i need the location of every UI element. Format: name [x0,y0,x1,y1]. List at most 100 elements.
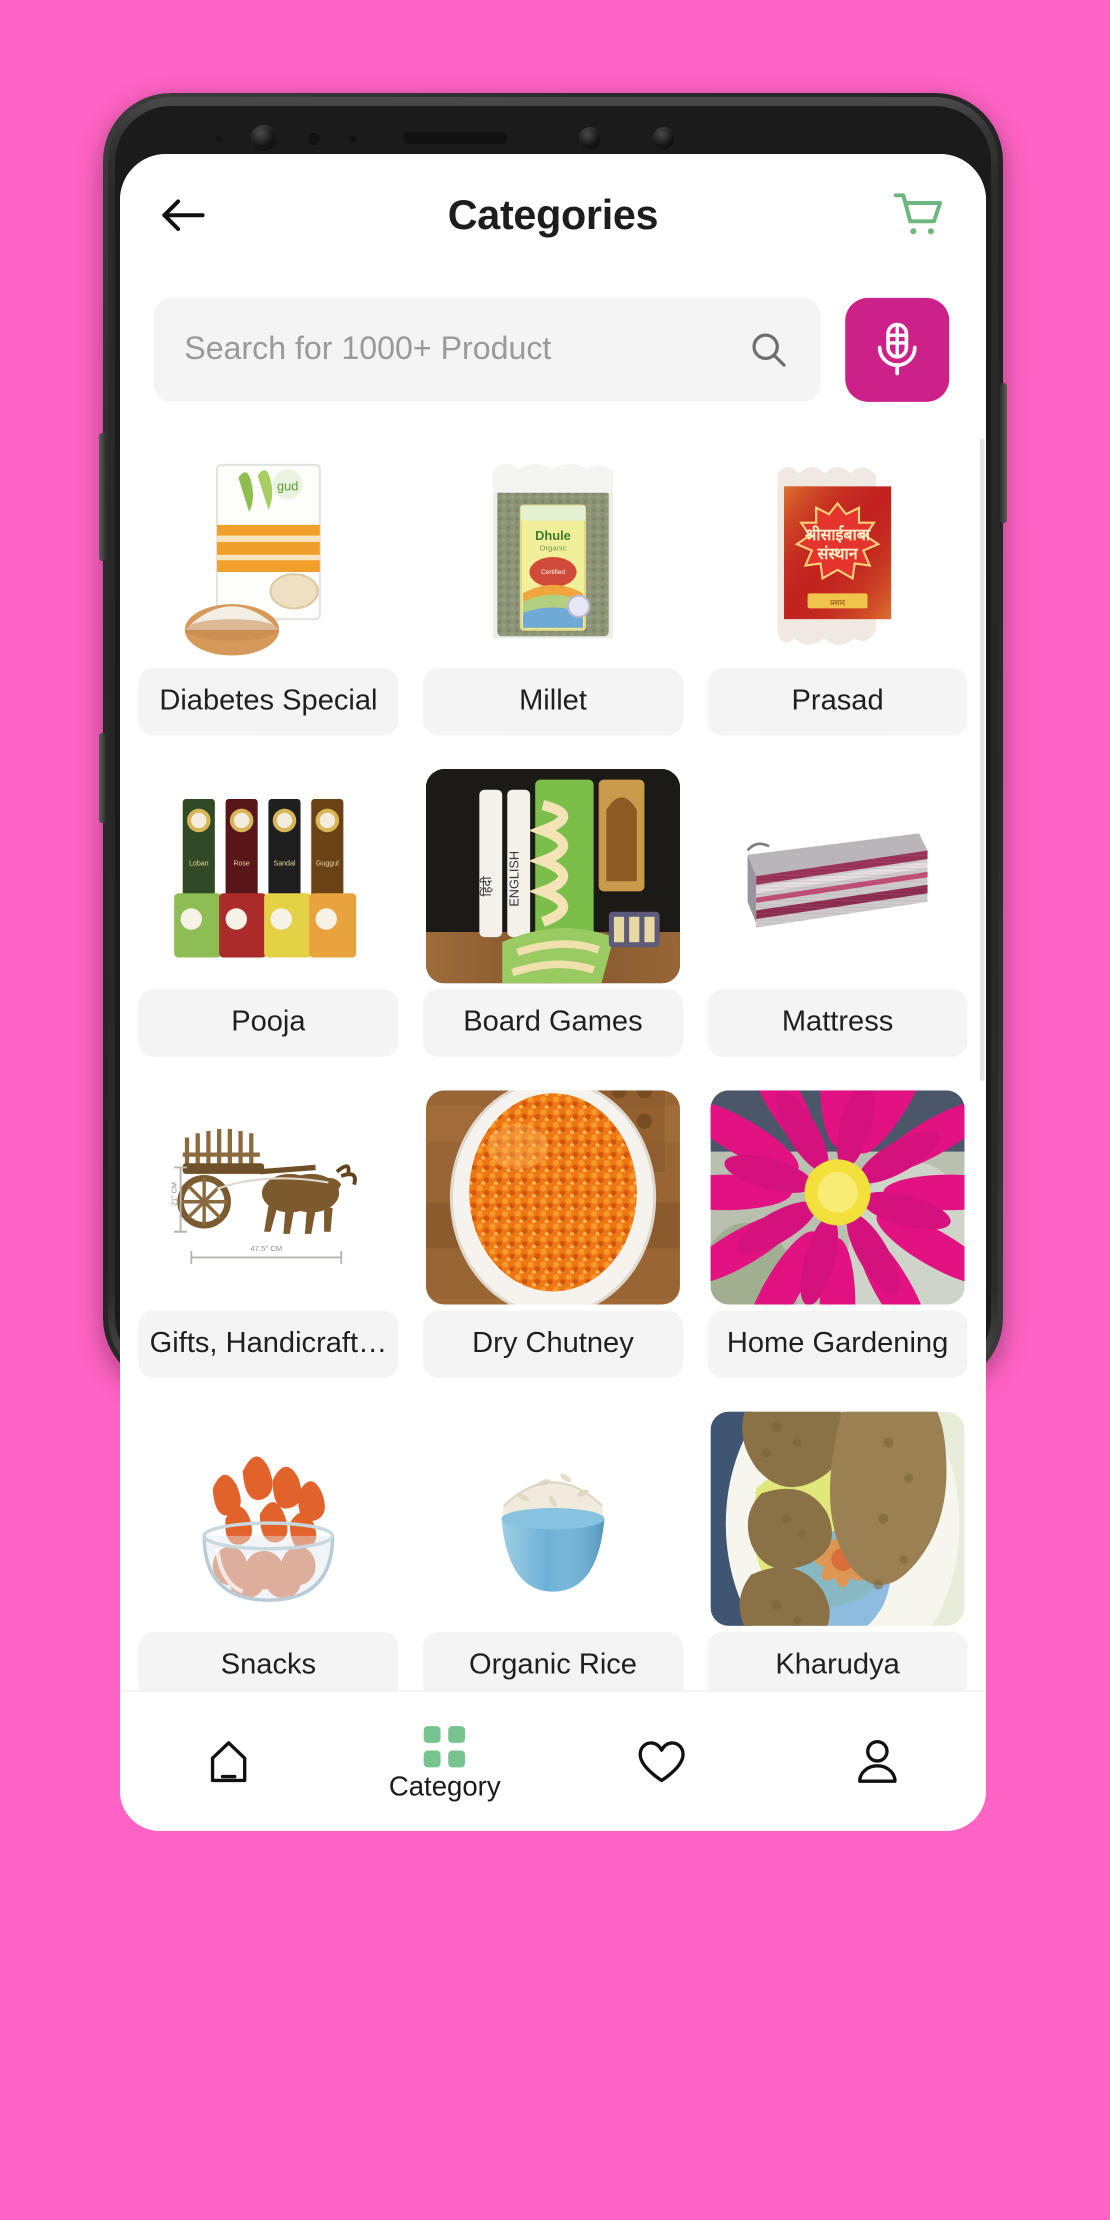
search-row [120,276,986,424]
nav-item-wishlist[interactable] [553,1692,769,1831]
volume-down-button[interactable] [99,733,106,823]
search-box[interactable] [153,297,821,402]
category-label: Diabetes Special [138,668,399,736]
category-image [426,1090,680,1305]
svg-text:47.5" CM: 47.5" CM [250,1244,282,1253]
category-image: Dhule Organic Certified [426,447,680,662]
category-label: Millet [422,668,684,736]
category-label: Kharudya [707,1631,968,1691]
phone-mockup: Categories Search for 1000+ Product gud … [99,93,1007,1831]
category-tile[interactable]: Snacks [135,1399,401,1691]
category-tile[interactable]: श्रीसाईबाबा संस्थान प्रसाद Prasad [704,436,970,751]
scrollbar[interactable] [979,438,985,1082]
shopping-cart-icon [893,193,943,235]
voice-search-button[interactable] [845,297,950,402]
category-label-text: Mattress [781,1006,894,1039]
iris-sensor-icon [579,127,601,149]
category-label-text: Board Games [463,1006,643,1039]
category-label: Board Games [422,989,684,1057]
svg-text:ENGLISH: ENGLISH [508,851,522,907]
nav-item-category[interactable]: Category [336,1692,552,1831]
category-label-text: Snacks [220,1648,317,1681]
phone-sensor-row [103,123,1003,153]
category-label-text: Pooja [231,1006,306,1039]
category-label: Dry Chutney [422,1310,684,1378]
category-label: Home Gardening [707,1310,968,1378]
svg-text:Dhule: Dhule [535,528,571,543]
svg-text:gud: gud [277,479,298,494]
category-image: हिंदी ENGLISH [426,769,680,984]
front-camera-icon [251,125,277,151]
proximity-sensor-icon [307,131,321,145]
category-label: Snacks [138,1631,399,1691]
category-label-text: Prasad [791,684,884,718]
category-label-text: Kharudya [775,1648,900,1681]
category-tile[interactable]: Mattress [704,757,970,1072]
category-image: श्रीसाईबाबा संस्थान प्रसाद [710,447,965,662]
svg-text:Certified: Certified [541,569,565,576]
cart-button[interactable] [885,182,952,249]
category-image: Loban Rose Sandal Guggul [141,769,396,984]
back-button[interactable] [154,185,215,246]
led-indicator-icon [215,134,222,142]
category-tile[interactable]: gud Diabetes Special [135,436,401,751]
category-grid: gud Diabetes Special Dhule Organic Certi… [120,436,986,1691]
nav-label-category: Category [388,1770,501,1802]
category-tile[interactable]: Loban Rose Sandal Guggul Pooja [135,757,401,1072]
category-image: gud [141,447,396,662]
category-image [710,1090,965,1305]
earpiece-speaker [403,132,507,144]
category-image: 21" CM 47.5" CM [141,1090,396,1305]
category-image [426,1411,680,1626]
category-tile[interactable]: हिंदी ENGLISH Board Games [420,757,686,1072]
category-label-text: Millet [519,684,587,718]
svg-text:Guggul: Guggul [316,860,339,867]
category-label: Mattress [707,989,968,1057]
heart-icon [638,1740,685,1782]
category-tile[interactable]: Home Gardening [704,1078,970,1393]
secondary-camera-icon [653,127,675,149]
svg-text:21" CM: 21" CM [169,1182,178,1206]
power-button[interactable] [1000,383,1007,523]
svg-text:प्रसाद: प्रसाद [830,598,845,607]
svg-text:Organic: Organic [539,544,566,553]
svg-text:हिंदी: हिंदी [479,876,494,897]
category-label-text: Organic Rice [468,1648,637,1681]
category-image [141,1411,396,1626]
category-tile[interactable]: Dhule Organic Certified Millet [420,436,686,751]
page-title: Categories [447,191,659,238]
category-tile[interactable]: Kharudya [704,1399,970,1691]
search-input[interactable] [184,331,736,369]
svg-text:Rose: Rose [233,860,250,867]
category-tile[interactable]: Organic Rice [420,1399,686,1691]
category-tile[interactable]: 21" CM 47.5" CM Gifts, Handicraft… [135,1078,401,1393]
svg-text:श्रीसाईबाबा: श्रीसाईबाबा [805,525,871,544]
category-image [710,1411,965,1626]
home-icon [210,1740,246,1782]
svg-text:संस्थान: संस्थान [817,545,859,563]
magnifier-icon [752,333,786,367]
volume-up-button[interactable] [99,433,106,561]
svg-text:Sandal: Sandal [273,860,295,867]
arrow-left-icon [162,199,205,231]
search-icon-wrap[interactable] [747,328,790,371]
bottom-navigation: Category [120,1690,986,1831]
category-label: Pooja [138,989,399,1057]
category-label-text: Dry Chutney [472,1327,634,1360]
person-icon [858,1739,898,1783]
light-sensor-icon [348,133,357,143]
category-label: Gifts, Handicraft… [138,1310,399,1378]
category-label: Prasad [707,668,968,736]
category-grid-area[interactable]: gud Diabetes Special Dhule Organic Certi… [120,423,986,1691]
category-label: Organic Rice [422,1631,684,1691]
category-tile[interactable]: Dry Chutney [420,1078,686,1393]
category-image [710,769,965,984]
svg-text:Loban: Loban [189,860,209,867]
grid-icon [424,1725,466,1767]
microphone-icon [877,322,917,376]
category-label-text: Gifts, Handicraft… [149,1327,388,1360]
nav-item-account[interactable] [769,1692,985,1831]
category-label-text: Diabetes Special [159,684,378,718]
app-header: Categories [120,154,986,277]
nav-item-home[interactable] [120,1692,336,1831]
